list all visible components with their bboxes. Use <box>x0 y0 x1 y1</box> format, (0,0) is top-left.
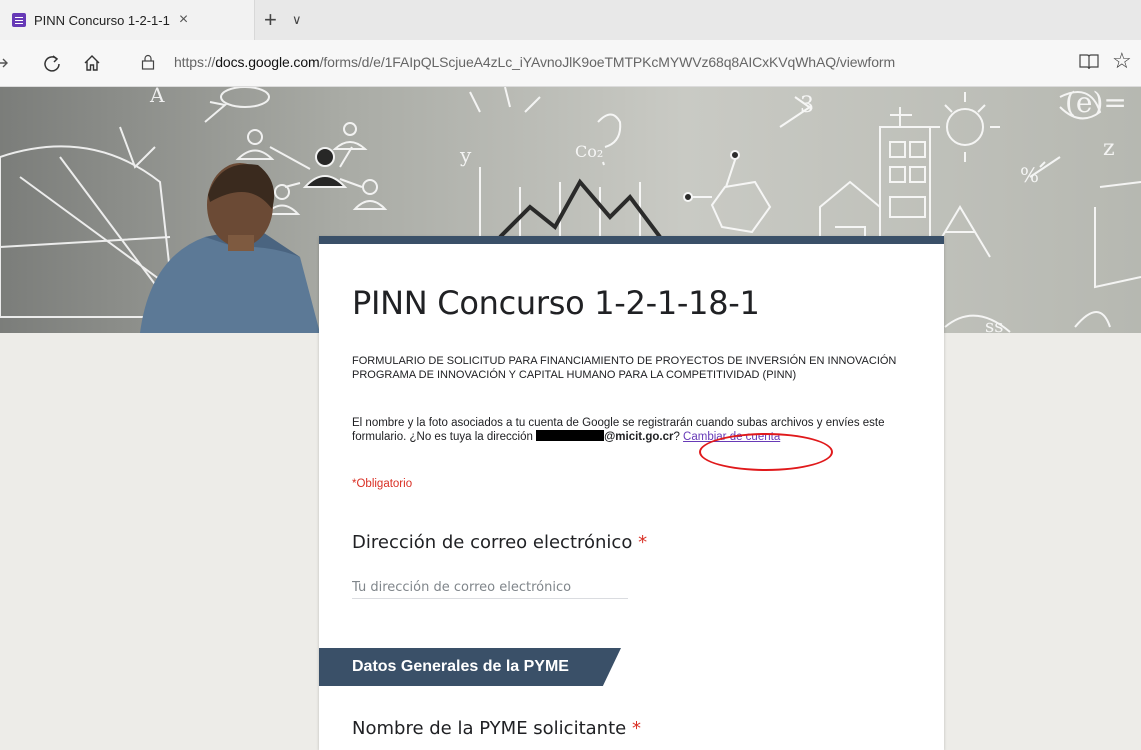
redacted-email <box>536 430 605 441</box>
tab-close-icon[interactable]: × <box>179 11 188 29</box>
new-tab-button[interactable]: + <box>264 0 277 40</box>
tab-menu-button[interactable]: ∨ <box>292 0 302 40</box>
form-description: FORMULARIO DE SOLICITUD PARA FINANCIAMIE… <box>352 354 912 382</box>
url-path: /forms/d/e/1FAIpQLScjueA4zLc_iYAvnoJlK9o… <box>319 54 896 70</box>
url-prefix: https:// <box>174 54 216 70</box>
form-card: PINN Concurso 1-2-1-18-1 FORMULARIO DE S… <box>319 236 944 750</box>
section-header: Datos Generales de la PYME <box>319 648 621 686</box>
section-title: Datos Generales de la PYME <box>352 658 569 675</box>
email-answer-input[interactable] <box>352 576 628 599</box>
svg-text:%: % <box>1020 163 1039 187</box>
svg-text:A: A <box>149 87 165 107</box>
url-domain: docs.google.com <box>215 54 320 70</box>
refresh-icon[interactable] <box>38 49 66 77</box>
browser-tab-bar: PINN Concurso 1-2-1-1 × + ∨ <box>0 0 1141 40</box>
question-email-title: Dirección de correo electrónico * <box>352 532 647 553</box>
svg-text:Co₂: Co₂ <box>575 142 603 161</box>
email-domain: @micit.go.cr <box>604 431 674 443</box>
google-forms-icon <box>12 13 26 27</box>
reading-view-icon[interactable] <box>1078 52 1100 77</box>
tab-title: PINN Concurso 1-2-1-1 <box>34 12 170 28</box>
forward-icon[interactable] <box>0 49 16 77</box>
description-line-2: PROGRAMA DE INNOVACIÓN Y CAPITAL HUMANO … <box>352 369 797 381</box>
svg-text:ss: ss <box>985 316 1003 333</box>
favorite-star-icon[interactable]: ☆ <box>1112 48 1132 74</box>
question-email-label: Dirección de correo electrónico <box>352 532 633 553</box>
required-note: *Obligatorio <box>352 478 413 490</box>
svg-text:y: y <box>459 143 472 167</box>
notice-after: ? <box>673 431 684 443</box>
required-asterisk: * <box>638 532 648 553</box>
url-field[interactable]: https://docs.google.com/forms/d/e/1FAIpQ… <box>174 54 895 70</box>
svg-text:3: 3 <box>800 93 814 118</box>
svg-text:(e)=: (e)= <box>1065 87 1127 119</box>
required-asterisk: * <box>631 718 641 739</box>
question-pyme-name-title: Nombre de la PYME solicitante * <box>352 718 641 739</box>
question-pyme-name-label: Nombre de la PYME solicitante <box>352 718 627 739</box>
account-notice: El nombre y la foto asociados a tu cuent… <box>352 416 922 444</box>
home-icon[interactable] <box>78 49 106 77</box>
browser-tab[interactable]: PINN Concurso 1-2-1-1 × <box>0 0 255 40</box>
svg-text:z: z <box>1103 136 1115 161</box>
annotation-circle <box>699 433 833 471</box>
description-line-1: FORMULARIO DE SOLICITUD PARA FINANCIAMIE… <box>352 355 897 367</box>
lock-icon <box>141 54 155 75</box>
address-bar: https://docs.google.com/forms/d/e/1FAIpQ… <box>0 40 1141 87</box>
form-title: PINN Concurso 1-2-1-18-1 <box>352 284 760 322</box>
